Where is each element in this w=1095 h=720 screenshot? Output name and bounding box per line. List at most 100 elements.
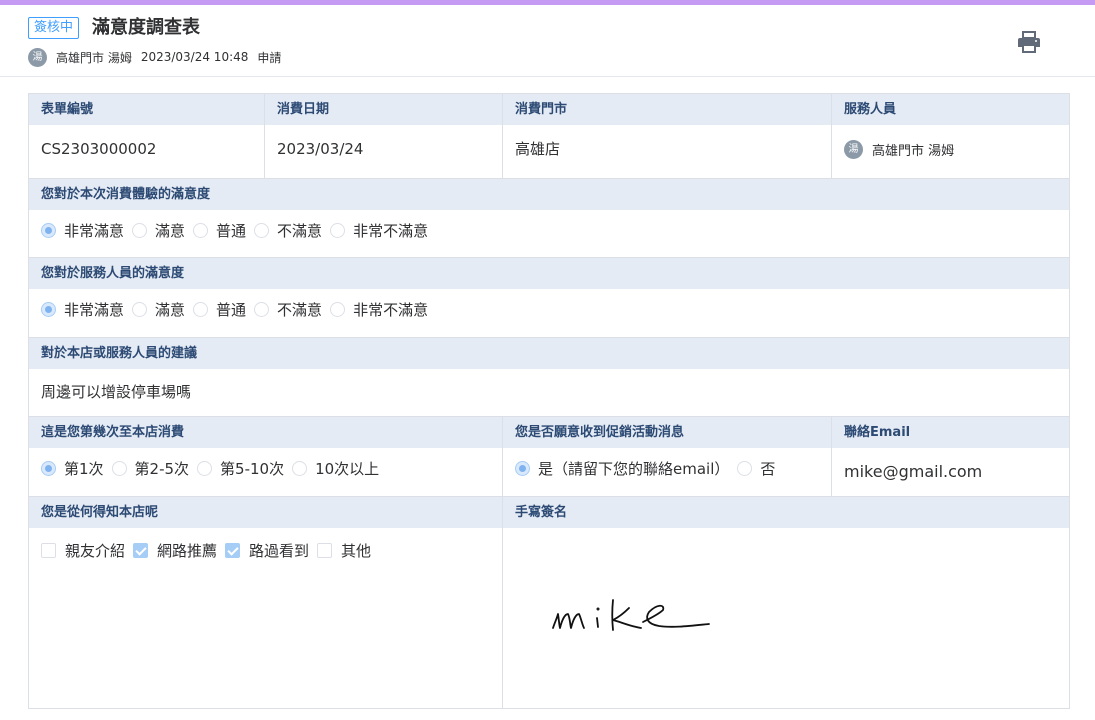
option-label: 非常不滿意 <box>353 221 429 240</box>
option-label: 滿意 <box>155 221 186 240</box>
promo-label: 您是否願意收到促銷活動消息 <box>503 417 831 448</box>
option-label: 非常不滿意 <box>353 300 429 319</box>
form-no-cell: 表單編號 CS2303000002 <box>29 94 265 179</box>
store-cell: 消費門市 高雄店 <box>503 94 832 179</box>
radio-option[interactable]: 第2-5次 <box>111 458 190 479</box>
radio-button[interactable] <box>132 222 148 238</box>
experience-label: 您對於本次消費體驗的滿意度 <box>29 179 1069 210</box>
radio-button[interactable] <box>292 460 308 476</box>
visit-count-radio-group: 第1次 第2-5次 第5-10次 10次以上 <box>29 448 502 488</box>
radio-option[interactable]: 滿意 <box>132 220 185 241</box>
radio-option[interactable]: 否 <box>737 458 775 479</box>
experience-cell: 您對於本次消費體驗的滿意度 非常滿意 滿意 普通 不滿意 非常不滿意 <box>29 179 1069 258</box>
promo-cell: 您是否願意收到促銷活動消息 是（請留下您的聯絡email） 否 <box>503 417 832 497</box>
radio-button[interactable] <box>41 301 56 317</box>
radio-button[interactable] <box>193 301 209 317</box>
radio-option[interactable]: 非常不滿意 <box>330 299 428 320</box>
option-label: 普通 <box>216 221 247 240</box>
store-label: 消費門市 <box>503 94 831 125</box>
avatar: 湯 <box>28 47 47 67</box>
store-value: 高雄店 <box>515 140 561 158</box>
checkbox-option[interactable]: 親友介紹 <box>41 540 125 561</box>
signature-cell: 手寫簽名 <box>503 497 1069 708</box>
status-badge: 簽核中 <box>28 17 80 39</box>
staff-name: 高雄門市 湯姆 <box>872 143 955 159</box>
option-label: 第1次 <box>64 459 104 478</box>
radio-option[interactable]: 第5-10次 <box>197 458 284 479</box>
radio-option[interactable]: 第1次 <box>41 458 104 479</box>
radio-button[interactable] <box>330 301 346 317</box>
email-value: mike@gmail.com <box>844 462 983 481</box>
radio-button[interactable] <box>197 460 213 476</box>
radio-option[interactable]: 不滿意 <box>254 220 322 241</box>
visit-count-label: 這是您第幾次至本店消費 <box>29 417 502 448</box>
visit-count-cell: 這是您第幾次至本店消費 第1次 第2-5次 第5-10次 10次以上 <box>29 417 503 497</box>
date-value: 2023/03/24 <box>277 140 364 158</box>
checkbox-option[interactable]: 其他 <box>317 540 371 561</box>
email-label: 聯絡Email <box>832 417 1069 448</box>
checkbox[interactable] <box>317 542 333 558</box>
option-label: 其他 <box>341 541 372 560</box>
option-label: 否 <box>760 459 776 478</box>
option-label: 普通 <box>216 300 247 319</box>
option-label: 網路推薦 <box>157 541 218 560</box>
staff-avatar: 湯 <box>844 139 863 159</box>
apply-datetime: 2023/03/24 10:48 <box>140 50 249 64</box>
option-label: 不滿意 <box>277 300 323 319</box>
staff-satisfaction-cell: 您對於服務人員的滿意度 非常滿意 滿意 普通 不滿意 非常不滿意 <box>29 258 1069 338</box>
checkbox-option[interactable]: 網路推薦 <box>133 540 217 561</box>
radio-button[interactable] <box>330 222 346 238</box>
applicant-name: 高雄門市 湯姆 <box>56 50 132 65</box>
print-button[interactable] <box>1014 28 1044 56</box>
page-header: 簽核中 滿意度調查表 湯 高雄門市 湯姆 2023/03/24 10:48 申請 <box>0 5 1095 77</box>
form-no-value: CS2303000002 <box>41 140 157 158</box>
option-label: 10次以上 <box>315 459 380 478</box>
page-title: 滿意度調查表 <box>92 17 200 38</box>
applicant-meta: 湯 高雄門市 湯姆 2023/03/24 10:48 申請 <box>28 47 290 67</box>
radio-option[interactable]: 滿意 <box>132 299 185 320</box>
checkbox[interactable] <box>41 542 56 558</box>
radio-button[interactable] <box>111 460 127 476</box>
radio-button[interactable] <box>254 222 270 238</box>
radio-option[interactable]: 非常不滿意 <box>330 220 428 241</box>
source-checkbox-group: 親友介紹 網路推薦 路過看到 其他 <box>29 528 502 572</box>
option-label: 是（請留下您的聯絡email） <box>538 459 730 478</box>
radio-option[interactable]: 非常滿意 <box>41 299 124 320</box>
checkbox[interactable] <box>225 542 241 558</box>
staff-satisfaction-radio-group: 非常滿意 滿意 普通 不滿意 非常不滿意 <box>29 289 1069 329</box>
source-cell: 您是從何得知本店呢 親友介紹 網路推薦 路過看到 其他 <box>29 497 503 708</box>
suggestion-value: 周邊可以增設停車場嗎 <box>41 383 192 401</box>
checkbox[interactable] <box>133 542 149 558</box>
radio-button[interactable] <box>737 460 753 476</box>
survey-form: 表單編號 CS2303000002 消費日期 2023/03/24 消費門市 高… <box>28 93 1070 709</box>
radio-option[interactable]: 不滿意 <box>254 299 322 320</box>
option-label: 路過看到 <box>249 541 310 560</box>
form-no-label: 表單編號 <box>29 94 264 125</box>
promo-radio-group: 是（請留下您的聯絡email） 否 <box>503 448 831 488</box>
option-label: 非常滿意 <box>64 300 125 319</box>
radio-option[interactable]: 10次以上 <box>292 458 379 479</box>
radio-button[interactable] <box>132 301 148 317</box>
date-cell: 消費日期 2023/03/24 <box>265 94 503 179</box>
checkbox-option[interactable]: 路過看到 <box>225 540 309 561</box>
radio-button[interactable] <box>41 460 56 476</box>
option-label: 第2-5次 <box>134 459 190 478</box>
radio-option[interactable]: 是（請留下您的聯絡email） <box>515 458 729 479</box>
radio-option[interactable]: 非常滿意 <box>41 220 124 241</box>
suggestion-cell: 對於本店或服務人員的建議 周邊可以增設停車場嗎 <box>29 338 1069 417</box>
apply-action: 申請 <box>257 50 282 65</box>
radio-button[interactable] <box>254 301 270 317</box>
signature-label: 手寫簽名 <box>503 497 1069 528</box>
radio-button[interactable] <box>193 222 209 238</box>
email-cell: 聯絡Email mike@gmail.com <box>832 417 1069 497</box>
option-label: 非常滿意 <box>64 221 125 240</box>
handwritten-signature <box>552 599 710 631</box>
radio-option[interactable]: 普通 <box>193 220 246 241</box>
option-label: 親友介紹 <box>65 541 126 560</box>
radio-button[interactable] <box>41 222 56 238</box>
staff-satisfaction-label: 您對於服務人員的滿意度 <box>29 258 1069 289</box>
suggestion-label: 對於本店或服務人員的建議 <box>29 338 1069 369</box>
staff-cell: 服務人員 湯 高雄門市 湯姆 <box>832 94 1069 179</box>
radio-option[interactable]: 普通 <box>193 299 246 320</box>
radio-button[interactable] <box>515 460 530 476</box>
